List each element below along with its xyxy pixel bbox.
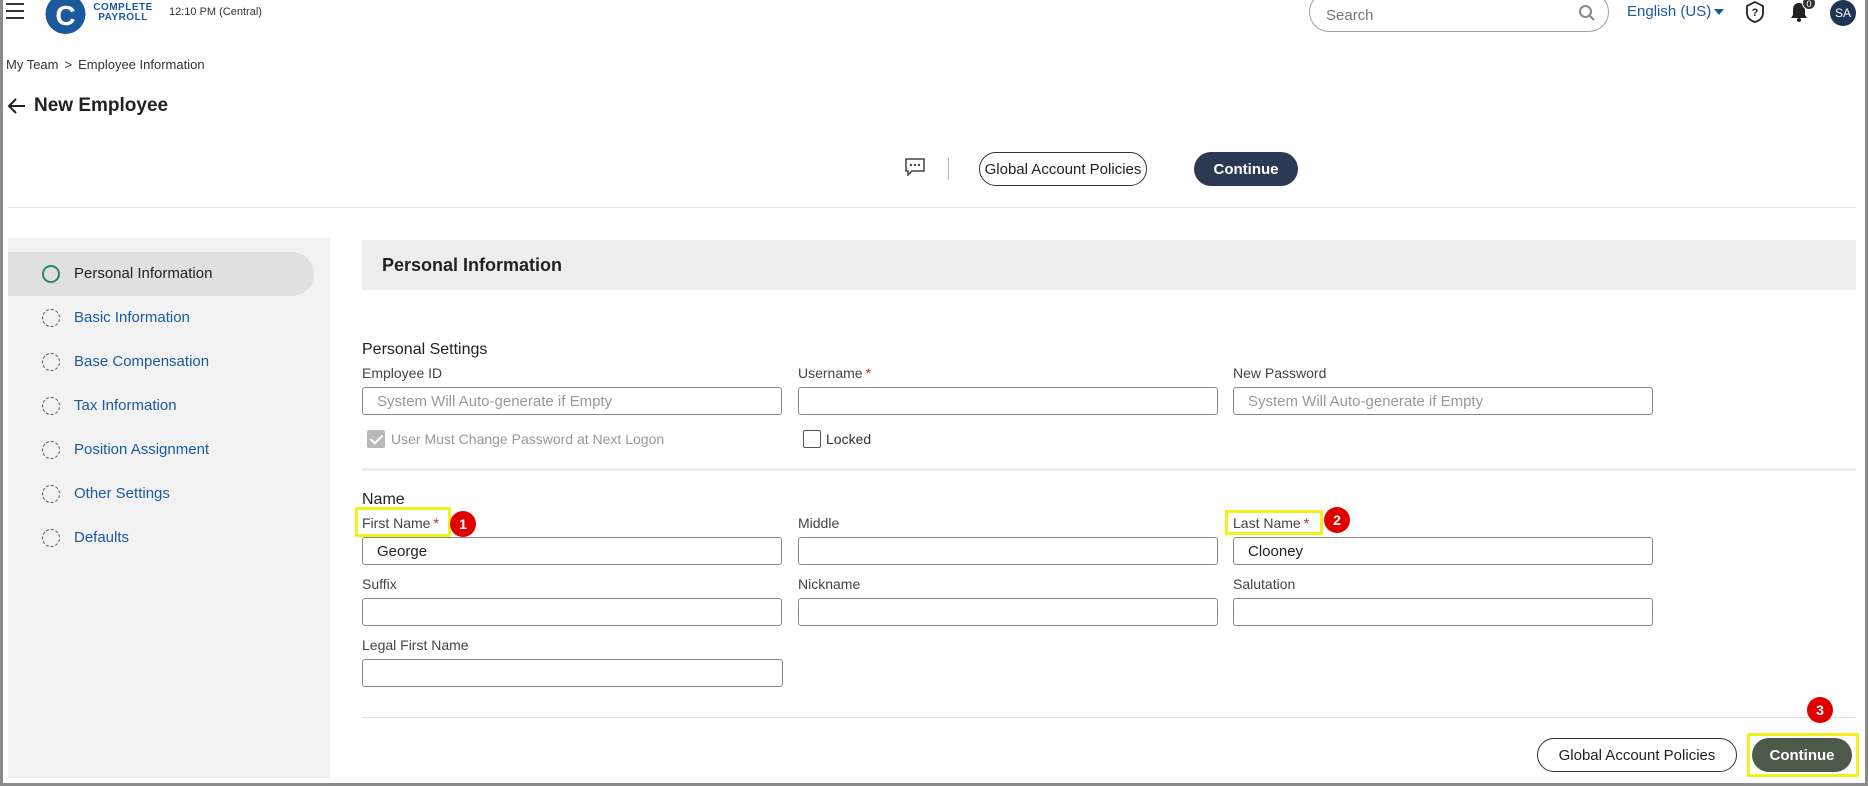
back-arrow-icon[interactable] (7, 97, 27, 115)
caret-down-icon (1714, 9, 1725, 16)
salutation-input[interactable] (1233, 598, 1653, 626)
company-logo: C (45, 0, 86, 34)
breadcrumb-item-my-team[interactable]: My Team (6, 57, 59, 72)
employee-id-label: Employee ID (362, 365, 443, 381)
sidebar-item-position-assignment[interactable]: Position Assignment (8, 428, 314, 472)
language-label: English (US) (1627, 3, 1712, 20)
locked-label: Locked (826, 431, 872, 447)
sidebar-item-label: Basic Information (74, 309, 190, 326)
sidebar-item-label: Other Settings (74, 485, 170, 502)
breadcrumb-item-employee-information[interactable]: Employee Information (78, 57, 204, 72)
status-circle-icon (42, 265, 60, 283)
sidebar-item-label: Tax Information (74, 397, 177, 414)
locked-checkbox[interactable] (803, 430, 821, 448)
status-circle-icon (42, 485, 60, 503)
sidebar-item-label: Defaults (74, 529, 130, 546)
annotation-marker-2: 2 (1324, 507, 1350, 533)
sidebar-item-other-settings[interactable]: Other Settings (8, 472, 314, 516)
sidebar-item-label: Position Assignment (74, 441, 210, 458)
logo-text: COMPLETE PAYROLL (93, 2, 153, 23)
first-name-input[interactable] (362, 537, 782, 565)
middle-name-input[interactable] (798, 537, 1218, 565)
legal-first-name-label: Legal First Name (362, 637, 469, 653)
highlight-continue-bottom (1747, 733, 1859, 777)
toolbar-divider-line (8, 207, 1856, 208)
must-change-password-checkbox[interactable] (367, 430, 385, 448)
suffix-input[interactable] (362, 598, 782, 626)
username-input[interactable] (798, 387, 1218, 415)
status-circle-icon (42, 309, 60, 327)
hamburger-menu-icon[interactable] (6, 3, 24, 19)
nickname-input[interactable] (798, 598, 1218, 626)
annotation-marker-1: 1 (450, 511, 476, 537)
highlight-first-name (355, 507, 451, 537)
status-circle-icon (42, 353, 60, 371)
username-label: Username * (798, 365, 872, 381)
global-account-policies-button[interactable]: Global Account Policies (979, 152, 1147, 186)
footer-divider-line (362, 717, 1856, 718)
highlight-last-name (1225, 510, 1323, 535)
breadcrumb: My Team > Employee Information (6, 57, 205, 72)
sidebar-item-label: Base Compensation (74, 353, 210, 370)
status-circle-icon (42, 529, 60, 547)
section-separator (362, 468, 1856, 471)
sidebar-item-base-compensation[interactable]: Base Compensation (8, 340, 314, 384)
toolbar-divider (948, 158, 949, 180)
status-circle-icon (42, 441, 60, 459)
legal-first-name-input[interactable] (362, 659, 783, 687)
new-password-label: New Password (1233, 365, 1327, 381)
global-account-policies-button-bottom[interactable]: Global Account Policies (1537, 738, 1737, 772)
sidebar-item-defaults[interactable]: Defaults (8, 516, 314, 560)
personal-settings-title: Personal Settings (362, 341, 488, 358)
annotation-marker-3: 3 (1807, 697, 1833, 723)
status-circle-icon (42, 397, 60, 415)
search-icon[interactable] (1578, 4, 1596, 22)
search-box[interactable] (1309, 0, 1609, 32)
section-header: Personal Information (362, 240, 1856, 290)
sidebar-item-tax-information[interactable]: Tax Information (8, 384, 314, 428)
nickname-label: Nickname (798, 576, 861, 592)
comment-icon[interactable] (905, 158, 925, 176)
logo-letter: C (55, 0, 75, 31)
salutation-label: Salutation (1233, 576, 1296, 592)
sidebar-item-label: Personal Information (74, 265, 213, 282)
sidebar: Personal Information Basic Information B… (8, 238, 330, 778)
employee-id-input[interactable] (362, 387, 782, 415)
avatar[interactable]: SA (1830, 0, 1856, 26)
sidebar-item-basic-information[interactable]: Basic Information (8, 296, 314, 340)
sidebar-item-personal-information[interactable]: Personal Information (8, 252, 314, 296)
breadcrumb-separator: > (64, 57, 73, 72)
svg-text:?: ? (1752, 7, 1759, 19)
section-title: Personal Information (382, 255, 563, 275)
search-input[interactable] (1326, 7, 1566, 24)
language-selector[interactable]: English (US) (1627, 3, 1725, 20)
help-icon[interactable]: ? (1744, 1, 1766, 23)
clock: 12:10 PM (Central) (169, 6, 262, 18)
last-name-input[interactable] (1233, 537, 1653, 565)
page-title: New Employee (34, 95, 169, 116)
new-password-input[interactable] (1233, 387, 1653, 415)
continue-button-top[interactable]: Continue (1194, 152, 1298, 186)
suffix-label: Suffix (362, 576, 397, 592)
middle-name-label: Middle (798, 515, 840, 531)
must-change-password-label: User Must Change Password at Next Logon (391, 431, 665, 447)
